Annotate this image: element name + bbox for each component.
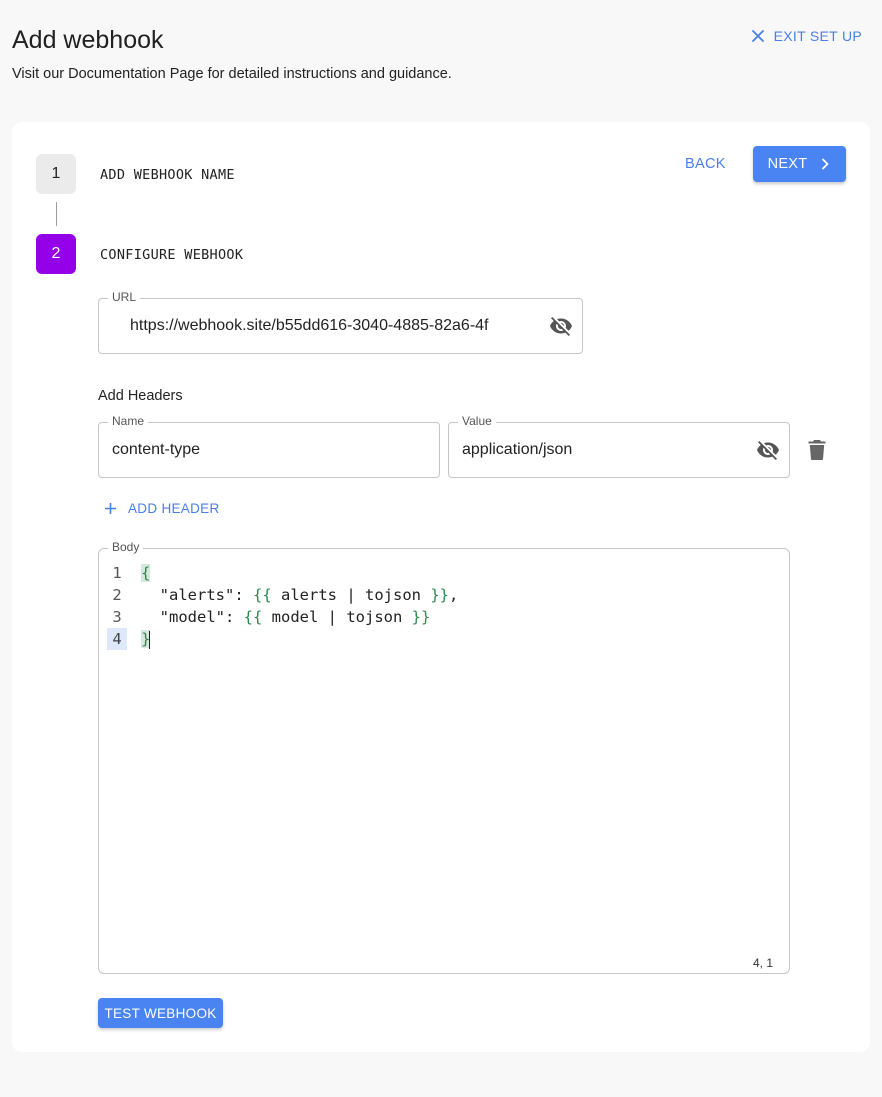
code-text: {	[141, 562, 151, 584]
add-header-label: ADD HEADER	[128, 501, 220, 516]
line-number: 2	[112, 586, 122, 604]
next-button-label: NEXT	[767, 156, 808, 172]
code-token: ,	[448, 586, 459, 604]
url-field: URL	[98, 290, 583, 354]
header-value-input[interactable]	[462, 423, 742, 477]
text-cursor	[149, 630, 151, 649]
body-editor-label: Body	[108, 540, 144, 554]
close-icon	[751, 30, 764, 42]
code-line: 2 "alerts": {{ alerts | tojson }},	[107, 584, 781, 606]
code-token: {{	[243, 608, 263, 626]
line-number: 4	[107, 628, 127, 650]
url-input[interactable]	[130, 299, 535, 353]
code-token: }}	[430, 586, 449, 604]
step-1-label: ADD WEBHOOK NAME	[100, 167, 235, 183]
page-title: Add webhook	[12, 26, 164, 54]
code-line: 4 }	[107, 628, 781, 650]
code-token: {{	[253, 586, 272, 604]
add-header-button[interactable]: ADD HEADER	[104, 501, 220, 516]
add-headers-heading: Add Headers	[98, 388, 183, 404]
line-number: 1	[112, 564, 122, 582]
code-line: 3 "model": {{ model | tojson }}	[107, 606, 781, 628]
code-area[interactable]: 1 { 2 "alerts": {{ alerts | tojson }}, 3…	[107, 562, 781, 650]
test-webhook-button[interactable]: TEST WEBHOOK	[98, 998, 223, 1028]
body-editor[interactable]: Body 1 { 2 "alerts": {{ alerts | tojson …	[98, 540, 790, 974]
header-name-field: Name	[98, 414, 440, 478]
line-number: 3	[112, 608, 122, 626]
cursor-position: 4, 1	[752, 956, 773, 970]
code-line: 1 {	[107, 562, 781, 584]
header-name-input[interactable]	[112, 423, 432, 477]
step-2-label: CONFIGURE WEBHOOK	[100, 247, 244, 263]
code-text: "alerts": {{ alerts | tojson }},	[141, 584, 459, 606]
exit-setup-label: EXIT SET UP	[773, 28, 862, 44]
step-connector	[56, 202, 57, 226]
code-token: "alerts":	[159, 586, 253, 604]
code-token: {	[141, 564, 151, 582]
code-token: "model":	[159, 608, 244, 626]
visibility-off-icon[interactable]	[756, 438, 780, 462]
step-2-badge: 2	[36, 234, 76, 274]
code-token: }}	[411, 608, 431, 626]
exit-setup-button[interactable]: EXIT SET UP	[750, 28, 862, 44]
visibility-off-icon[interactable]	[549, 314, 573, 338]
next-button[interactable]: NEXT	[753, 146, 846, 182]
webhook-setup-card: 1 ADD WEBHOOK NAME 2 CONFIGURE WEBHOOK B…	[12, 122, 870, 1052]
step-1-badge: 1	[36, 154, 76, 194]
chevron-right-icon	[822, 158, 829, 170]
plus-icon	[105, 503, 116, 514]
page-subtitle: Visit our Documentation Page for detaile…	[12, 66, 452, 82]
code-text: }	[141, 628, 151, 650]
trash-icon[interactable]	[808, 440, 826, 460]
header-value-field: Value	[448, 414, 790, 478]
code-token: alerts | tojson	[271, 586, 431, 604]
code-token: model | tojson	[262, 608, 412, 626]
code-text: "model": {{ model | tojson }}	[141, 606, 431, 628]
back-button[interactable]: BACK	[685, 156, 726, 172]
